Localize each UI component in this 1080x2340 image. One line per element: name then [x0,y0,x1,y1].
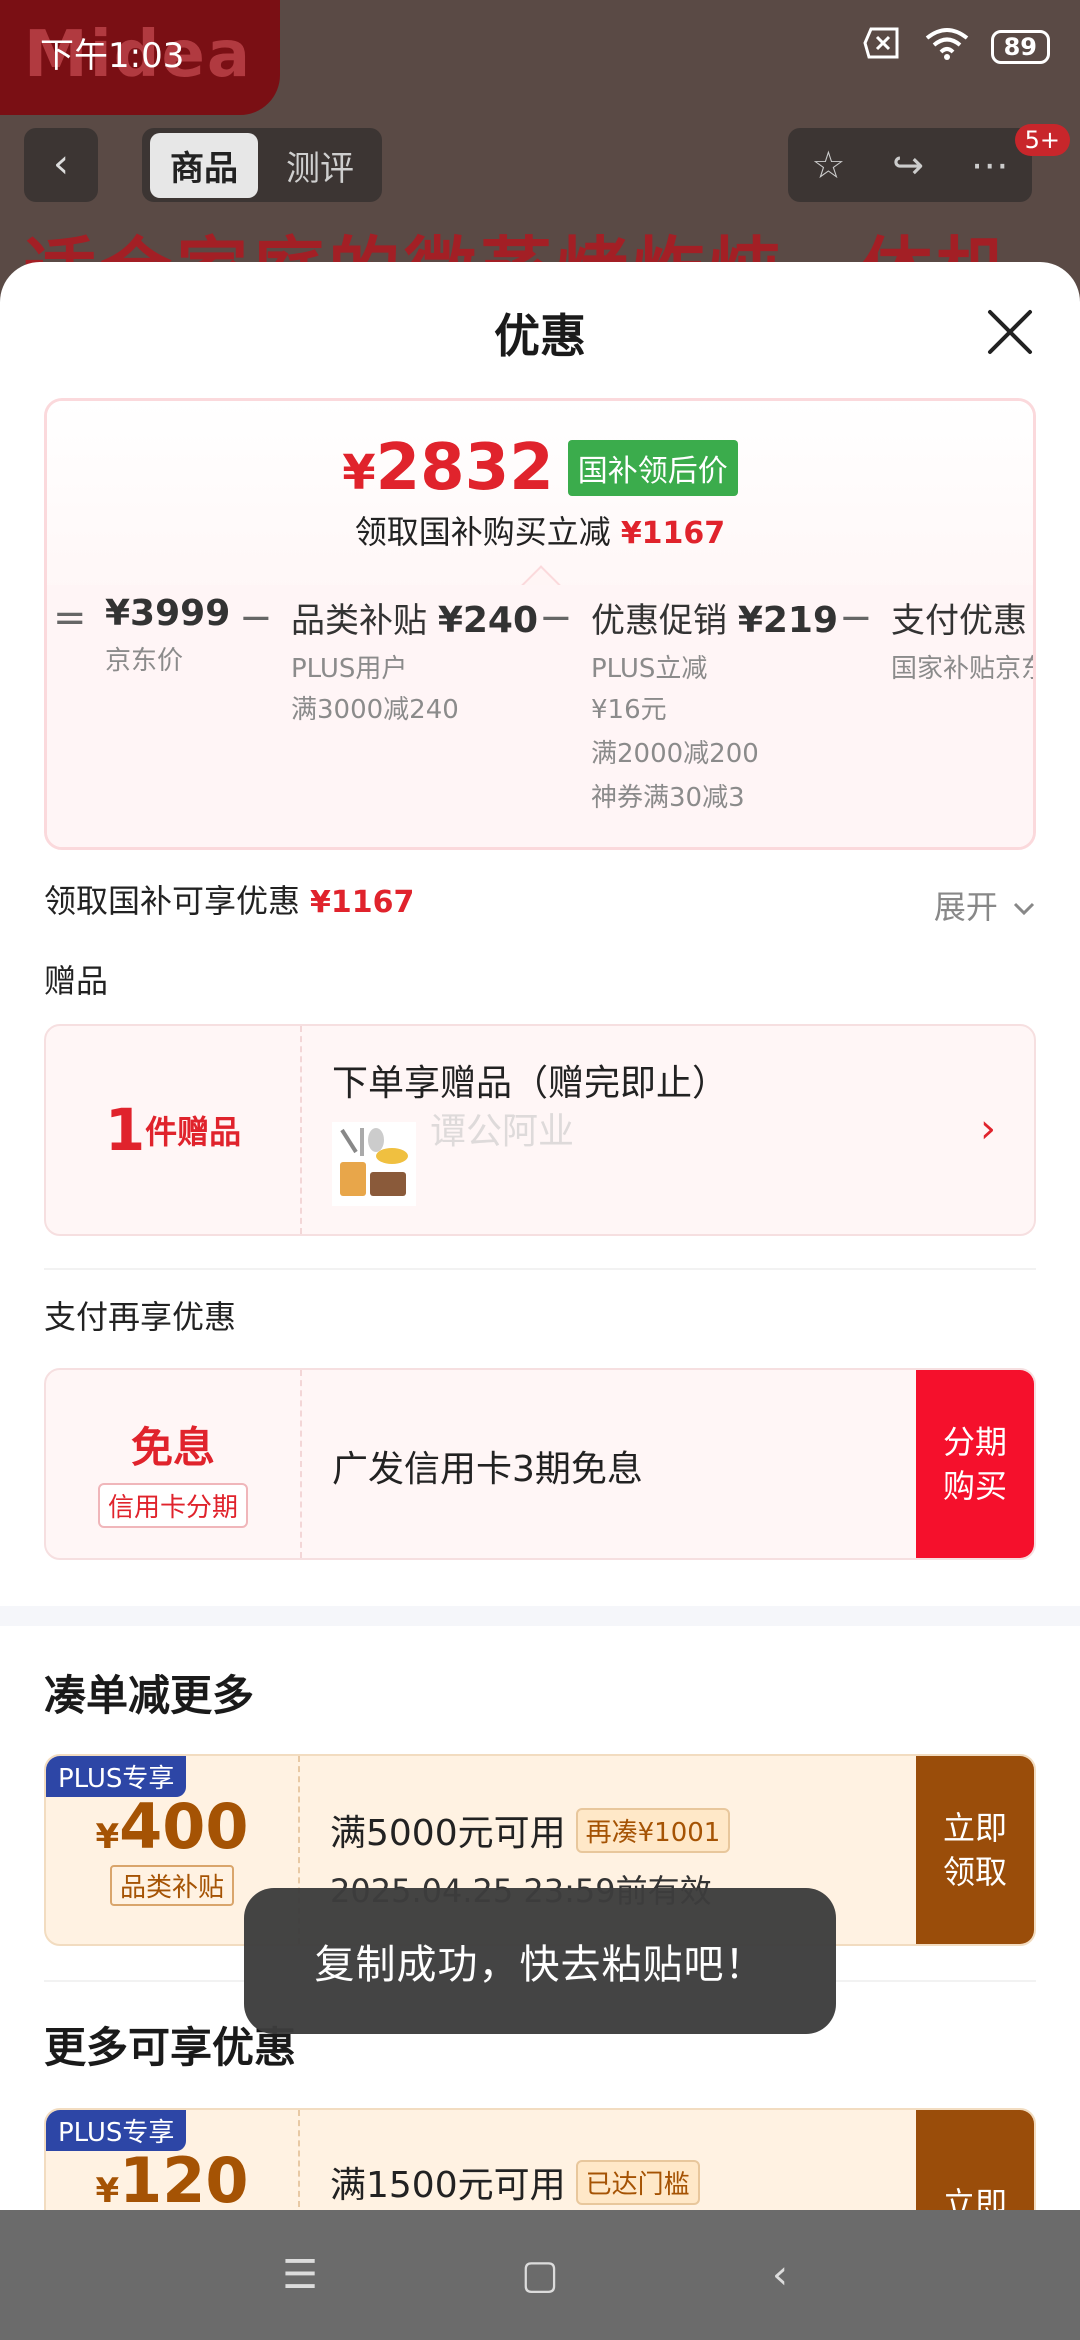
minus-sign: − [839,595,873,641]
final-price: ¥2832 [342,431,554,505]
sim-off-icon [863,27,903,67]
coupon-condition: 满5000元可用 再凑¥1001 [330,1804,731,1856]
payment-section-label: 支付再享优惠 [44,1298,237,1336]
equals-sign: = [53,595,87,641]
chevron-right-icon[interactable]: › [980,1106,996,1152]
add-more-chip: 再凑¥1001 [575,1807,731,1853]
breakdown-jd-price: ¥3999 京东价 [105,593,231,676]
category-subsidy-tag: 品类补贴 [109,1865,234,1906]
expand-button[interactable]: 展开 [934,882,1036,928]
available-discount-row: 领取国补可享优惠 ¥1167 [44,882,415,920]
plus-exclusive-tag: PLUS专享 [46,1756,187,1797]
home-icon[interactable]: ▢ [510,2252,570,2298]
message-badge: 5+ [1014,124,1070,156]
watermark-text: 谭公阿业 [430,1111,575,1152]
system-nav-bar: ☰ ▢ ‹ [0,2210,1080,2340]
gift-section-label: 赠品 [44,962,109,1000]
gift-title: 下单享赠品（赠完即止） [332,1063,729,1104]
background-product-page: Midea 下午1:03 89 ‹ 商品 测评 ☆ ↪ ⋯ 5+ 适合家庭的微蒸… [0,0,1080,300]
back-icon[interactable]: ‹ [750,2252,810,2298]
final-price-section: ¥2832 国补领后价 领取国补购买立减 ¥1167 [47,401,1033,591]
gift-thumbnail [332,1122,416,1206]
more-icon[interactable]: ⋯ [971,143,1009,187]
more-reduce-heading: 凑单减更多 [44,1671,255,1720]
breakdown-category-subsidy: 品类补贴 ¥240 PLUS用户 满3000减240 [291,600,539,725]
status-time: 下午1:03 [40,36,185,76]
menu-icon[interactable]: ☰ [270,2252,330,2298]
close-icon[interactable] [980,302,1040,362]
minus-sign: − [539,595,573,641]
gift-count: 1 件赠品 [46,1026,302,1234]
status-icons: 89 [863,26,1050,68]
coupon-card[interactable]: ¥120 PLUS专享 满1500元可用 已达门槛 立即 [44,2108,1036,2210]
section-separator [0,1606,1080,1626]
installment-buy-button[interactable]: 分期 购买 [916,1370,1034,1558]
copy-success-toast: 复制成功，快去粘贴吧！ [244,1888,836,2034]
minus-sign: − [239,595,273,641]
price-breakdown[interactable]: = ¥3999 京东价 − 品类补贴 ¥240 PLUS用户 满3000减240… [47,585,1036,847]
installment-card[interactable]: 免息 信用卡分期 广发信用卡3期免息 分期 购买 [44,1368,1036,1560]
breakdown-promotion: 优惠促销 ¥219 PLUS立减 ¥16元 满2000减200 神券满30减3 [591,600,839,813]
breakdown-payment: 支付优惠 国家补贴京东 [891,601,1036,684]
available-amount: ¥1167 [310,885,415,920]
tab-review[interactable]: 测评 [266,133,374,198]
gov-subsidy-tag: 国补领后价 [567,440,738,496]
chevron-down-icon [1013,902,1035,916]
product-tabs: 商品 测评 [142,128,382,202]
credit-card-tag: 信用卡分期 [97,1483,248,1528]
claim-coupon-button[interactable]: 立即 [916,2110,1034,2210]
coupon-condition: 满1500元可用 已达门槛 [330,2156,700,2208]
installment-badge: 免息 信用卡分期 [46,1370,302,1558]
plus-exclusive-tag: PLUS专享 [46,2110,187,2151]
tab-product[interactable]: 商品 [150,132,258,198]
star-icon[interactable]: ☆ [811,143,845,187]
reduce-amount: ¥1167 [620,516,726,551]
top-actions: ☆ ↪ ⋯ [788,128,1032,202]
back-button[interactable]: ‹ [24,128,98,202]
reduce-line: 领取国补购买立减 ¥1167 [354,513,726,551]
installment-text: 广发信用卡3期免息 [332,1449,643,1490]
sheet-title: 优惠 [494,309,586,363]
threshold-reached-chip: 已达门槛 [575,2159,700,2205]
battery-indicator: 89 [990,30,1050,64]
divider [44,1268,1036,1270]
claim-coupon-button[interactable]: 立即 领取 [916,1756,1034,1944]
gift-card[interactable]: 1 件赠品 下单享赠品（赠完即止） 谭公阿业 › [44,1024,1036,1236]
share-icon[interactable]: ↪ [892,143,924,187]
wifi-icon [925,26,969,68]
interest-free-label: 免息 [130,1423,215,1472]
price-breakdown-card: ¥2832 国补领后价 领取国补购买立减 ¥1167 = ¥3999 京东价 − … [44,398,1036,850]
